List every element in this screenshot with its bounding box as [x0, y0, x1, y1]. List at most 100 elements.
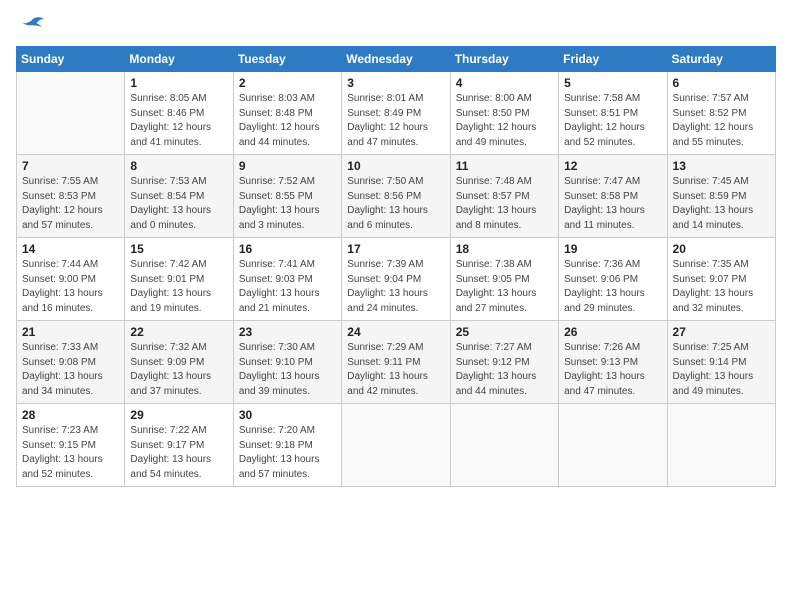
day-number: 3 [347, 76, 444, 90]
daylight-hours: Daylight: 13 hours and 34 minutes. [22, 371, 103, 397]
sunset-time: Sunset: 9:04 PM [347, 274, 421, 285]
sunset-time: Sunset: 8:53 PM [22, 191, 96, 202]
sunrise-time: Sunrise: 7:48 AM [456, 176, 532, 187]
day-number: 16 [239, 242, 336, 256]
daylight-hours: Daylight: 13 hours and 21 minutes. [239, 288, 320, 314]
calendar-week-row: 14 Sunrise: 7:44 AM Sunset: 9:00 PM Dayl… [17, 238, 776, 321]
day-number: 28 [22, 408, 119, 422]
day-number: 9 [239, 159, 336, 173]
weekday-header-wednesday: Wednesday [342, 47, 450, 72]
day-info: Sunrise: 7:39 AM Sunset: 9:04 PM Dayligh… [347, 258, 444, 316]
daylight-hours: Daylight: 13 hours and 32 minutes. [673, 288, 754, 314]
day-info: Sunrise: 7:47 AM Sunset: 8:58 PM Dayligh… [564, 175, 661, 233]
sunrise-time: Sunrise: 7:29 AM [347, 342, 423, 353]
day-number: 17 [347, 242, 444, 256]
sunrise-time: Sunrise: 7:52 AM [239, 176, 315, 187]
sunset-time: Sunset: 8:57 PM [456, 191, 530, 202]
daylight-hours: Daylight: 12 hours and 55 minutes. [673, 122, 754, 148]
weekday-header-friday: Friday [559, 47, 667, 72]
sunrise-time: Sunrise: 7:23 AM [22, 425, 98, 436]
calendar-cell: 12 Sunrise: 7:47 AM Sunset: 8:58 PM Dayl… [559, 155, 667, 238]
sunrise-time: Sunrise: 7:47 AM [564, 176, 640, 187]
day-info: Sunrise: 7:38 AM Sunset: 9:05 PM Dayligh… [456, 258, 553, 316]
day-info: Sunrise: 7:44 AM Sunset: 9:00 PM Dayligh… [22, 258, 119, 316]
day-number: 13 [673, 159, 770, 173]
day-info: Sunrise: 7:55 AM Sunset: 8:53 PM Dayligh… [22, 175, 119, 233]
calendar-cell: 20 Sunrise: 7:35 AM Sunset: 9:07 PM Dayl… [667, 238, 775, 321]
sunset-time: Sunset: 8:51 PM [564, 108, 638, 119]
calendar-cell: 13 Sunrise: 7:45 AM Sunset: 8:59 PM Dayl… [667, 155, 775, 238]
day-number: 11 [456, 159, 553, 173]
weekday-header-tuesday: Tuesday [233, 47, 341, 72]
calendar-cell: 23 Sunrise: 7:30 AM Sunset: 9:10 PM Dayl… [233, 321, 341, 404]
weekday-header-saturday: Saturday [667, 47, 775, 72]
day-info: Sunrise: 7:30 AM Sunset: 9:10 PM Dayligh… [239, 341, 336, 399]
daylight-hours: Daylight: 12 hours and 57 minutes. [22, 205, 103, 231]
daylight-hours: Daylight: 13 hours and 54 minutes. [130, 454, 211, 480]
logo [16, 16, 46, 38]
sunset-time: Sunset: 9:10 PM [239, 357, 313, 368]
calendar-cell: 16 Sunrise: 7:41 AM Sunset: 9:03 PM Dayl… [233, 238, 341, 321]
calendar-cell: 26 Sunrise: 7:26 AM Sunset: 9:13 PM Dayl… [559, 321, 667, 404]
calendar-cell: 9 Sunrise: 7:52 AM Sunset: 8:55 PM Dayli… [233, 155, 341, 238]
calendar-cell: 18 Sunrise: 7:38 AM Sunset: 9:05 PM Dayl… [450, 238, 558, 321]
sunrise-time: Sunrise: 7:36 AM [564, 259, 640, 270]
sunset-time: Sunset: 8:55 PM [239, 191, 313, 202]
day-info: Sunrise: 7:20 AM Sunset: 9:18 PM Dayligh… [239, 424, 336, 482]
day-info: Sunrise: 7:53 AM Sunset: 8:54 PM Dayligh… [130, 175, 227, 233]
sunrise-time: Sunrise: 7:42 AM [130, 259, 206, 270]
day-number: 4 [456, 76, 553, 90]
calendar-cell: 17 Sunrise: 7:39 AM Sunset: 9:04 PM Dayl… [342, 238, 450, 321]
weekday-header-sunday: Sunday [17, 47, 125, 72]
logo-bird-icon [18, 16, 46, 38]
calendar-cell [450, 404, 558, 487]
sunrise-time: Sunrise: 7:39 AM [347, 259, 423, 270]
weekday-header-thursday: Thursday [450, 47, 558, 72]
calendar-week-row: 1 Sunrise: 8:05 AM Sunset: 8:46 PM Dayli… [17, 72, 776, 155]
daylight-hours: Daylight: 13 hours and 49 minutes. [673, 371, 754, 397]
day-number: 8 [130, 159, 227, 173]
daylight-hours: Daylight: 13 hours and 11 minutes. [564, 205, 645, 231]
day-number: 15 [130, 242, 227, 256]
daylight-hours: Daylight: 13 hours and 52 minutes. [22, 454, 103, 480]
day-number: 21 [22, 325, 119, 339]
calendar-cell: 14 Sunrise: 7:44 AM Sunset: 9:00 PM Dayl… [17, 238, 125, 321]
sunrise-time: Sunrise: 7:57 AM [673, 93, 749, 104]
sunrise-time: Sunrise: 7:20 AM [239, 425, 315, 436]
sunset-time: Sunset: 9:08 PM [22, 357, 96, 368]
calendar-cell: 6 Sunrise: 7:57 AM Sunset: 8:52 PM Dayli… [667, 72, 775, 155]
sunrise-time: Sunrise: 7:55 AM [22, 176, 98, 187]
sunset-time: Sunset: 9:18 PM [239, 440, 313, 451]
daylight-hours: Daylight: 13 hours and 39 minutes. [239, 371, 320, 397]
daylight-hours: Daylight: 13 hours and 44 minutes. [456, 371, 537, 397]
day-number: 24 [347, 325, 444, 339]
daylight-hours: Daylight: 12 hours and 47 minutes. [347, 122, 428, 148]
sunrise-time: Sunrise: 7:35 AM [673, 259, 749, 270]
calendar-week-row: 21 Sunrise: 7:33 AM Sunset: 9:08 PM Dayl… [17, 321, 776, 404]
calendar-cell: 27 Sunrise: 7:25 AM Sunset: 9:14 PM Dayl… [667, 321, 775, 404]
sunset-time: Sunset: 9:00 PM [22, 274, 96, 285]
day-info: Sunrise: 7:48 AM Sunset: 8:57 PM Dayligh… [456, 175, 553, 233]
daylight-hours: Daylight: 13 hours and 8 minutes. [456, 205, 537, 231]
day-info: Sunrise: 7:32 AM Sunset: 9:09 PM Dayligh… [130, 341, 227, 399]
calendar-cell [17, 72, 125, 155]
day-number: 29 [130, 408, 227, 422]
calendar-cell: 5 Sunrise: 7:58 AM Sunset: 8:51 PM Dayli… [559, 72, 667, 155]
sunset-time: Sunset: 8:46 PM [130, 108, 204, 119]
sunset-time: Sunset: 9:06 PM [564, 274, 638, 285]
daylight-hours: Daylight: 13 hours and 24 minutes. [347, 288, 428, 314]
page-header [16, 16, 776, 38]
day-number: 27 [673, 325, 770, 339]
sunrise-time: Sunrise: 7:53 AM [130, 176, 206, 187]
calendar-cell: 3 Sunrise: 8:01 AM Sunset: 8:49 PM Dayli… [342, 72, 450, 155]
sunset-time: Sunset: 9:09 PM [130, 357, 204, 368]
day-info: Sunrise: 7:41 AM Sunset: 9:03 PM Dayligh… [239, 258, 336, 316]
calendar-cell [667, 404, 775, 487]
sunset-time: Sunset: 8:50 PM [456, 108, 530, 119]
day-info: Sunrise: 7:42 AM Sunset: 9:01 PM Dayligh… [130, 258, 227, 316]
sunset-time: Sunset: 8:59 PM [673, 191, 747, 202]
calendar-cell: 29 Sunrise: 7:22 AM Sunset: 9:17 PM Dayl… [125, 404, 233, 487]
daylight-hours: Daylight: 13 hours and 29 minutes. [564, 288, 645, 314]
day-info: Sunrise: 7:33 AM Sunset: 9:08 PM Dayligh… [22, 341, 119, 399]
day-info: Sunrise: 7:29 AM Sunset: 9:11 PM Dayligh… [347, 341, 444, 399]
